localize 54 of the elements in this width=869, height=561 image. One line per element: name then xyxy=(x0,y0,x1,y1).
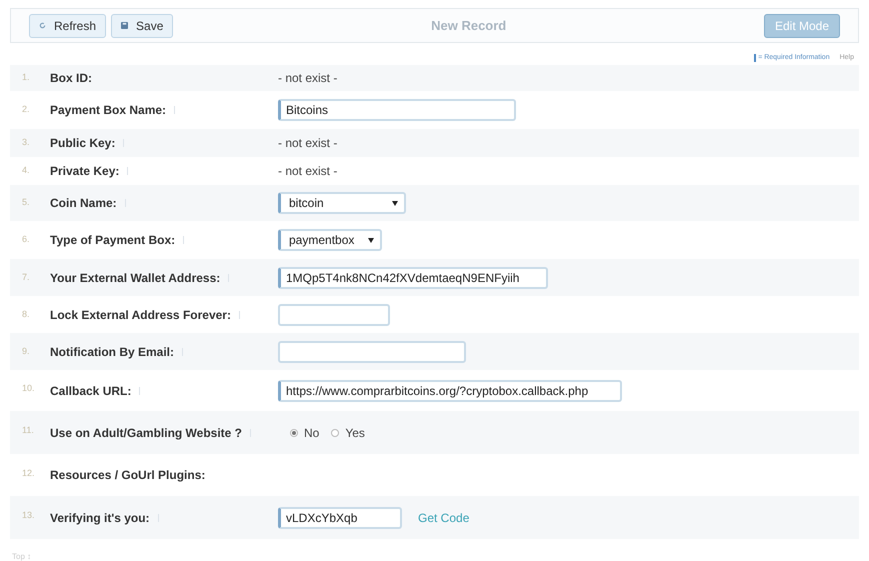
required-marker-icon xyxy=(754,54,756,62)
radio-button[interactable] xyxy=(290,428,298,436)
info-icon[interactable] xyxy=(139,386,142,394)
info-icon[interactable] xyxy=(174,106,178,114)
field-label: Use on Adult/Gambling Website ? xyxy=(50,424,242,442)
radio-button[interactable] xyxy=(331,428,340,436)
row-number: 12. xyxy=(21,466,36,480)
refresh-button[interactable]: Refresh xyxy=(29,14,106,38)
text-input[interactable] xyxy=(278,340,466,362)
radio-label: No xyxy=(304,424,320,442)
field-label: Coin Name: xyxy=(50,195,117,212)
text-input[interactable]: vLDXcYbXqb xyxy=(278,506,402,528)
row-number: 4. xyxy=(21,164,31,178)
info-icon[interactable] xyxy=(127,167,130,175)
field-label: Callback URL: xyxy=(50,382,132,400)
refresh-icon xyxy=(39,22,46,29)
field-value: - not exist - xyxy=(278,70,338,87)
row-number: 11. xyxy=(21,424,35,438)
row-number: 5. xyxy=(21,196,31,210)
row-number: 13. xyxy=(21,509,36,522)
text-input[interactable] xyxy=(278,304,390,326)
save-icon xyxy=(121,22,128,29)
row-number: 6. xyxy=(21,233,31,246)
field-label: Box ID: xyxy=(50,70,92,87)
caret-icon xyxy=(368,238,374,242)
row-number: 10. xyxy=(21,382,36,396)
row-number: 3. xyxy=(21,136,31,150)
row-number: 7. xyxy=(21,270,31,284)
text-input[interactable]: 1MQp5T4nk8NCn42fXVdemtaeqN9ENFyiih xyxy=(278,266,548,288)
field-label: Private Key: xyxy=(50,163,120,180)
caret-icon xyxy=(392,200,398,206)
dropdown[interactable]: bitcoin xyxy=(278,192,406,214)
radio-label: Yes xyxy=(345,424,365,442)
field-label: Payment Box Name: xyxy=(50,102,166,119)
field-label: Public Key: xyxy=(50,135,116,152)
field-label: Your External Wallet Address: xyxy=(50,270,220,286)
field-label: Lock External Address Forever: xyxy=(50,306,231,324)
info-icon[interactable] xyxy=(238,310,242,318)
row-number: 1. xyxy=(21,71,31,84)
field-label: Type of Payment Box: xyxy=(50,232,176,249)
page-title: New Record xyxy=(430,16,508,35)
field-label: Verifying it's you: xyxy=(50,510,150,526)
text-input[interactable]: Bitcoins xyxy=(278,99,516,121)
save-button[interactable]: Save xyxy=(111,14,174,38)
info-icon[interactable] xyxy=(183,236,186,244)
row-number: 9. xyxy=(21,344,31,358)
text-input[interactable]: https://www.comprarbitcoins.org/?cryptobox.callback.php xyxy=(278,380,622,402)
field-label: Notification By Email: xyxy=(50,344,174,360)
row-number: 8. xyxy=(21,308,31,321)
field-label: Resources / GoUrl Plugins: xyxy=(50,467,206,484)
field-value: - not exist - xyxy=(278,135,338,152)
row-number: 2. xyxy=(21,103,31,116)
field-value: - not exist - xyxy=(278,163,338,180)
dropdown[interactable]: paymentbox xyxy=(278,229,382,251)
